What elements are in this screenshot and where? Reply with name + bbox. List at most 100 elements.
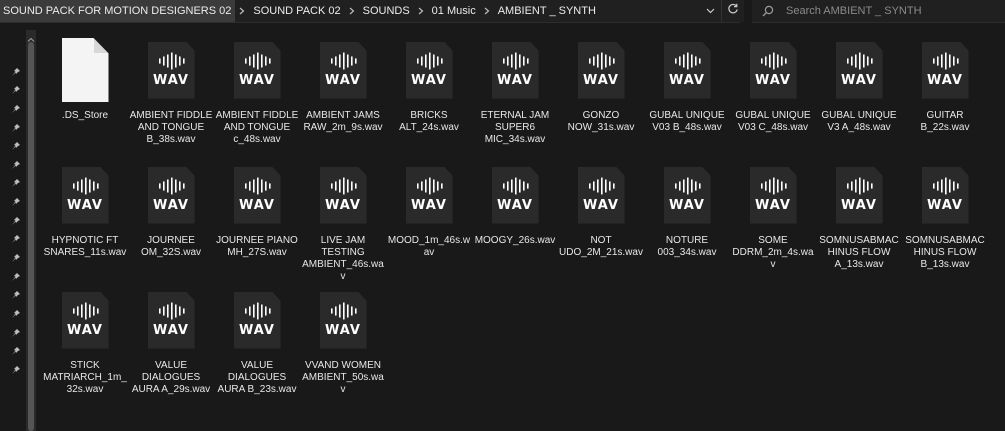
file-icon-container: WAV [141,286,201,354]
file-item[interactable]: WAV VVAND WOMEN AMBIENT_50s.wav [300,286,386,411]
scroll-up-icon[interactable] [27,31,35,42]
file-icon-container: WAV [571,36,631,104]
file-item[interactable]: WAV MOOGY_26s.wav [472,161,558,286]
file-item[interactable]: WAV MOOD_1m_46s.wav [386,161,472,286]
waveform-icon [675,52,701,70]
waveform-icon [589,52,615,70]
search-icon [762,5,782,17]
file-item[interactable]: WAV AMBIENT FIDDLE AND TONGUE c_48s.wav [214,36,300,161]
wav-badge-label: WAV [497,198,533,213]
refresh-button[interactable] [721,0,744,22]
wav-file-icon: WAV [663,166,711,224]
file-item[interactable]: .DS_Store [42,36,128,161]
wav-badge-label: WAV [67,198,103,213]
file-item[interactable]: WAV JOURNEE OM_32S.wav [128,161,214,286]
breadcrumb[interactable]: SOUND PACK FOR MOTION DESIGNERS 02 SOUND… [0,0,740,23]
pin-icon[interactable] [11,306,21,318]
pin-icon[interactable] [11,250,21,262]
breadcrumb-item-sound-pack-02[interactable]: SOUND PACK 02 [249,0,344,22]
pin-icon[interactable] [11,269,21,281]
file-name: MOOD_1m_46s.wav [387,235,471,258]
file-item[interactable]: WAV GUBAL UNIQUE V03 C_48s.wav [730,36,816,161]
chevron-right-icon[interactable] [235,7,249,15]
file-icon-container: WAV [141,161,201,229]
waveform-icon [159,302,185,320]
chevron-right-icon[interactable] [345,7,359,15]
file-item[interactable]: WAV VALUE DIALOGUES AURA A_29s.wav [128,286,214,411]
pin-icon[interactable] [11,175,21,187]
file-name: SOMNUSABMACHINUS FLOW A_13s.wav [819,235,899,270]
file-item[interactable]: WAV NOTURE 003_34s.wav [644,161,730,286]
breadcrumb-item-sounds[interactable]: SOUNDS [359,0,414,22]
waveform-icon [589,177,615,195]
pin-icon[interactable] [11,287,21,299]
file-item[interactable]: WAV GONZO NOW_31s.wav [558,36,644,161]
chevron-right-icon[interactable] [480,7,494,15]
file-icon-container: WAV [743,36,803,104]
file-name: LIVE JAM TESTING AMBIENT_46s.wav [302,235,384,282]
pin-icon[interactable] [11,82,21,94]
wav-badge-label: WAV [841,198,877,213]
pin-icon[interactable] [11,213,21,225]
file-item[interactable]: WAV SOME DDRM_2m_4s.wav [730,161,816,286]
pin-icon[interactable] [11,325,21,337]
file-icon-container: WAV [55,286,115,354]
file-name: .DS_Store [61,110,109,121]
file-item[interactable]: WAV ETERNAL JAM SUPER6 MIC_34s.wav [472,36,558,161]
file-item[interactable]: WAV AMBIENT FIDDLE AND TONGUE B_38s.wav [128,36,214,161]
wav-badge-label: WAV [239,73,275,88]
file-item[interactable]: WAV GUBAL UNIQUE V03 B_48s.wav [644,36,730,161]
wav-badge-label: WAV [239,198,275,213]
file-name: NOTURE 003_34s.wav [657,235,717,258]
file-icon-container: WAV [829,161,889,229]
file-name: VALUE DIALOGUES AURA A_29s.wav [131,360,211,395]
pin-icon[interactable] [11,362,21,374]
file-item[interactable]: WAV GUITAR B_22s.wav [902,36,988,161]
pin-icon[interactable] [11,101,21,113]
waveform-icon [503,52,529,70]
file-item[interactable]: WAV LIVE JAM TESTING AMBIENT_46s.wav [300,161,386,286]
file-icon-container: WAV [227,36,287,104]
file-item[interactable]: WAV VALUE DIALOGUES AURA B_23s.wav [214,286,300,411]
file-name: GUBAL UNIQUE V3 A_48s.wav [821,110,897,133]
pin-icon[interactable] [11,343,21,355]
chevron-down-icon[interactable] [700,0,720,22]
breadcrumb-item-01-music[interactable]: 01 Music [428,0,480,22]
file-icon-container [55,36,115,104]
wav-badge-label: WAV [841,73,877,88]
breadcrumb-item-sound-pack-for-motion-designers-02[interactable]: SOUND PACK FOR MOTION DESIGNERS 02 [0,0,236,22]
file-item[interactable]: WAV SOMNUSABMACHINUS FLOW B_13s.wav [902,161,988,286]
file-name: GUBAL UNIQUE V03 B_48s.wav [649,110,725,133]
wav-file-icon: WAV [319,41,367,99]
file-name: MOOGY_26s.wav [474,235,556,246]
search-box[interactable] [752,0,1005,23]
search-input[interactable] [784,4,988,18]
file-item[interactable]: WAV GUBAL UNIQUE V3 A_48s.wav [816,36,902,161]
file-item[interactable]: WAV HYPNOTIC FT SNARES_11s.wav [42,161,128,286]
breadcrumb-item-ambient-synth[interactable]: AMBIENT _ SYNTH [494,0,600,22]
file-item[interactable]: WAV SOMNUSABMACHINUS FLOW A_13s.wav [816,161,902,286]
file-item[interactable]: WAV STICK MATRIARCH_1m_32s.wav [42,286,128,411]
chevron-right-icon[interactable] [414,7,428,15]
file-item[interactable]: WAV BRICKS ALT_24s.wav [386,36,472,161]
pin-icon[interactable] [11,157,21,169]
file-item[interactable]: WAV NOT UDO_2M_21s.wav [558,161,644,286]
waveform-icon [675,177,701,195]
pin-icon[interactable] [11,194,21,206]
wav-file-icon: WAV [491,41,539,99]
wav-file-icon: WAV [233,166,281,224]
waveform-icon [331,52,357,70]
file-name: SOMNUSABMACHINUS FLOW B_13s.wav [905,235,985,270]
wav-file-icon: WAV [921,166,969,224]
pin-icon[interactable] [11,120,21,132]
pin-icon[interactable] [11,231,21,243]
file-item[interactable]: WAV JOURNEE PIANO MH_27S.wav [214,161,300,286]
vertical-scrollbar[interactable] [26,30,36,431]
waveform-icon [73,177,99,195]
wav-file-icon: WAV [405,41,453,99]
refresh-icon [727,2,739,20]
pin-icon[interactable] [11,64,21,76]
pin-icon[interactable] [11,138,21,150]
file-item[interactable]: WAV AMBIENT JAMS RAW_2m_9s.wav [300,36,386,161]
scrollbar-thumb[interactable] [28,42,34,431]
